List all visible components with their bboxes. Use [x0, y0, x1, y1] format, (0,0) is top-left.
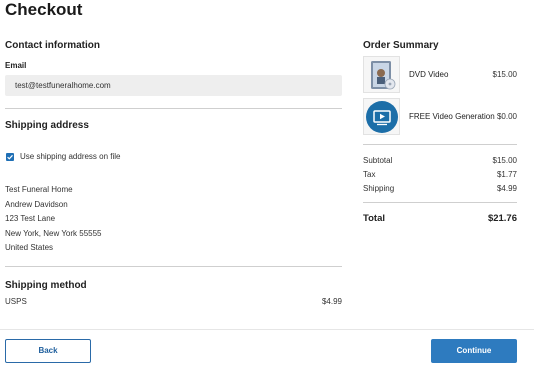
address-line: United States [5, 243, 54, 252]
summary-item-price: $0.00 [496, 112, 517, 121]
checkbox-label: Use shipping address on file [20, 152, 121, 161]
subtotal-row: Subtotal $15.00 [363, 154, 517, 168]
checkout-form: Contact information Email test@testfuner… [5, 40, 342, 306]
address-line: New York, New York 55555 [5, 228, 102, 238]
subtotal-value: $15.00 [492, 156, 517, 165]
summary-item: FREE Video Generation $0.00 [363, 98, 517, 135]
order-summary: Order Summary DVD Video $15.00 FREE Vide… [363, 40, 517, 224]
continue-button[interactable]: Continue [431, 339, 517, 363]
email-field[interactable]: test@testfuneralhome.com [5, 75, 342, 96]
email-label: Email [5, 61, 27, 70]
summary-item-name: DVD Video [409, 70, 449, 79]
checkmark-icon [7, 154, 13, 160]
section-divider [5, 265, 342, 267]
use-address-on-file-option[interactable]: Use shipping address on file [5, 152, 342, 161]
shipping-method-price: $4.99 [321, 296, 342, 306]
shipping-method-row: USPS $4.99 [5, 297, 342, 306]
footer-divider [0, 329, 534, 330]
address-line: 123 Test Lane [5, 214, 56, 223]
shipping-value: $4.99 [496, 184, 517, 193]
total-label: Total [363, 213, 385, 224]
section-divider [363, 144, 517, 145]
tax-value: $1.77 [496, 170, 517, 179]
shipping-method-heading: Shipping method [5, 279, 87, 291]
subtotal-label: Subtotal [363, 156, 393, 165]
back-button[interactable]: Back [5, 339, 91, 363]
shipping-address-heading: Shipping address [5, 120, 89, 131]
dvd-case-icon [363, 56, 400, 93]
summary-item: DVD Video $15.00 [363, 56, 517, 93]
checkbox-checked[interactable] [6, 152, 14, 161]
total-row: Total $21.76 [363, 213, 517, 224]
section-divider [5, 108, 342, 109]
order-summary-heading: Order Summary [363, 40, 439, 51]
section-divider [363, 202, 517, 203]
video-play-icon [363, 98, 400, 135]
tax-label: Tax [363, 170, 376, 179]
page-title: Checkout [5, 0, 83, 19]
tax-row: Tax $1.77 [363, 168, 517, 182]
shipping-address-block: Test Funeral Home Andrew Davidson 123 Te… [5, 183, 342, 256]
address-line: Test Funeral Home [5, 185, 73, 194]
summary-item-name: FREE Video Generation [409, 112, 495, 121]
total-value: $21.76 [487, 213, 517, 224]
contact-heading: Contact information [5, 40, 100, 51]
shipping-method-name: USPS [5, 296, 27, 306]
summary-item-price: $15.00 [492, 70, 517, 79]
address-line: Andrew Davidson [5, 199, 68, 209]
shipping-row: Shipping $4.99 [363, 182, 517, 196]
shipping-label: Shipping [363, 184, 395, 193]
